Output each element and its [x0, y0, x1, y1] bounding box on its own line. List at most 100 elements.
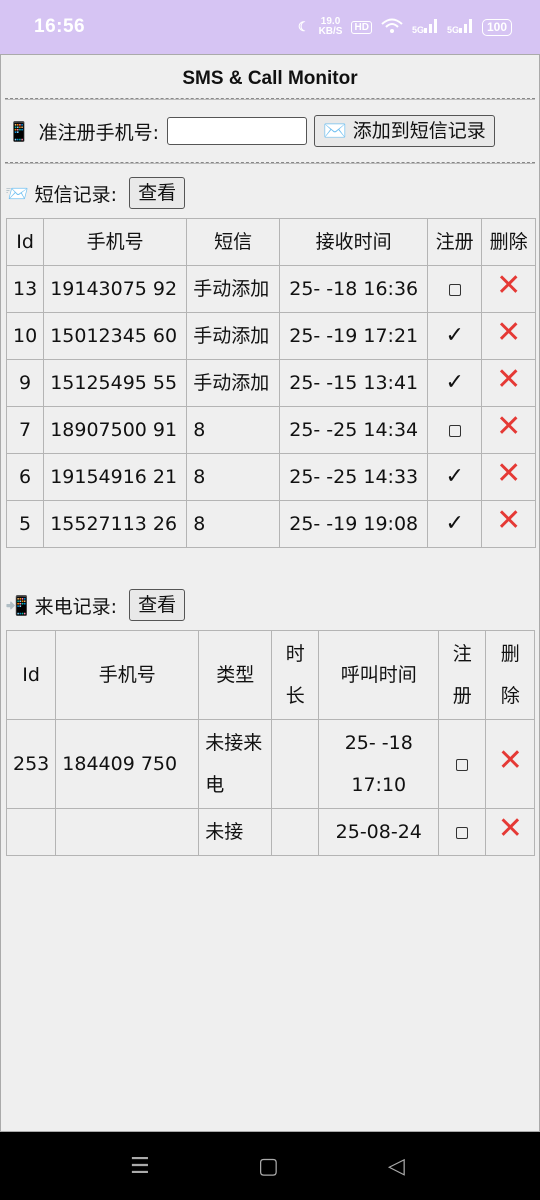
phone-cell: 184409 750: [55, 719, 200, 809]
cross-icon[interactable]: ✕: [498, 811, 523, 846]
cross-icon[interactable]: ✕: [496, 409, 521, 444]
registered-cell: ✓: [427, 312, 483, 360]
wifi-icon: [381, 18, 403, 37]
moon-icon: ☾: [297, 19, 310, 34]
mail-icon: ✉️: [323, 120, 347, 142]
add-to-sms-label: 添加到短信记录: [352, 120, 486, 142]
cross-icon[interactable]: ✕: [496, 503, 521, 538]
header-registered: 注册: [438, 630, 487, 720]
checkbox-icon[interactable]: [456, 758, 469, 771]
id-cell: 10: [5, 312, 45, 360]
id-cell: 9: [5, 359, 45, 407]
time-cell: 25- -19 19:08: [279, 500, 429, 548]
calls-section-header: 📲 来电记录: 查看: [1, 580, 539, 630]
delete-cell: ✕: [481, 406, 537, 454]
id-cell: 253: [5, 719, 57, 809]
time-cell: 25- -18 16:36: [279, 265, 429, 313]
duration-cell: [271, 808, 320, 856]
time-cell: 25-08-24: [318, 808, 440, 856]
home-icon[interactable]: ▢: [258, 1154, 279, 1179]
sms-header-row: Id 手机号 短信 接收时间 注册 删除: [5, 218, 537, 266]
header-registered: 注册: [427, 218, 483, 266]
id-cell: [5, 808, 57, 856]
cross-icon[interactable]: ✕: [496, 456, 521, 491]
cross-icon[interactable]: ✕: [496, 268, 521, 303]
header-id: Id: [5, 630, 57, 720]
add-to-sms-button[interactable]: ✉️ 添加到短信记录: [314, 115, 495, 147]
header-type: 类型: [198, 630, 273, 720]
id-cell: 7: [5, 406, 45, 454]
calls-view-button[interactable]: 查看: [129, 589, 186, 621]
cross-icon[interactable]: ✕: [498, 743, 523, 778]
phone-icon: 📱: [7, 120, 31, 143]
table-row: 未接 25-08-24 ✕: [5, 808, 536, 856]
phone-cell: 18907500 91: [43, 406, 188, 454]
call-icon: 📲: [5, 594, 29, 617]
delete-cell: ✕: [481, 500, 537, 548]
header-delete: 删除: [481, 218, 537, 266]
signal-icon: 5G: [412, 18, 438, 36]
sms-section-label: 短信记录:: [34, 183, 118, 206]
register-row: 📱 准注册手机号: ✉️ 添加到短信记录: [1, 100, 539, 162]
registered-cell: [427, 265, 483, 313]
time-cell: 25- -15 13:41: [279, 359, 429, 407]
phone-cell: 15125495 55: [43, 359, 188, 407]
header-duration: 时长: [271, 630, 320, 720]
registered-cell: [438, 808, 487, 856]
delete-cell: ✕: [485, 719, 536, 809]
header-call-time: 呼叫时间: [318, 630, 440, 720]
phone-cell: 19143075 92: [43, 265, 188, 313]
id-cell: 5: [5, 500, 45, 548]
time-cell: 25- -25 14:34: [279, 406, 429, 454]
checkmark-icon[interactable]: ✓: [445, 464, 463, 489]
header-delete: 删除: [485, 630, 536, 720]
time-cell: 25- -18 17:10: [318, 719, 440, 809]
registered-cell: ✓: [427, 500, 483, 548]
calls-section-label: 来电记录:: [34, 595, 118, 618]
message-cell: 手动添加: [186, 312, 281, 360]
time-cell: 25- -25 14:33: [279, 453, 429, 501]
time-cell: 25- -19 17:21: [279, 312, 429, 360]
checkbox-icon[interactable]: [448, 283, 461, 296]
status-icons: ☾ 19.0 KB/S HD 5G 5G 100: [298, 17, 512, 37]
phone-cell: 19154916 21: [43, 453, 188, 501]
message-cell: 8: [186, 500, 281, 548]
cross-icon[interactable]: ✕: [496, 315, 521, 350]
registered-cell: ✓: [427, 359, 483, 407]
registered-cell: ✓: [427, 453, 483, 501]
header-received-time: 接收时间: [279, 218, 429, 266]
delete-cell: ✕: [481, 453, 537, 501]
status-bar: 16:56 ☾ 19.0 KB/S HD 5G 5G 100: [0, 0, 540, 54]
checkmark-icon[interactable]: ✓: [445, 370, 463, 395]
type-cell: 未接: [198, 808, 273, 856]
checkmark-icon[interactable]: ✓: [445, 323, 463, 348]
sms-section-header: 📨 短信记录: 查看: [1, 168, 539, 218]
table-row: 7 18907500 91 8 25- -25 14:34 ✕: [5, 406, 537, 454]
id-cell: 6: [5, 453, 45, 501]
back-icon[interactable]: ◁: [388, 1154, 405, 1179]
message-cell: 8: [186, 453, 281, 501]
table-row: 13 19143075 92 手动添加 25- -18 16:36 ✕: [5, 265, 537, 313]
registered-cell: [427, 406, 483, 454]
message-cell: 手动添加: [186, 359, 281, 407]
checkbox-icon[interactable]: [456, 826, 469, 839]
divider: [5, 162, 535, 164]
calls-table-body: 253 184409 750 未接来电 25- -18 17:10 ✕ 未接 25-08-2…: [5, 719, 536, 856]
table-row: 253 184409 750 未接来电 25- -18 17:10 ✕: [5, 719, 536, 809]
duration-cell: [271, 719, 320, 809]
calls-header-row: Id 手机号 类型 时长 呼叫时间 注册 删除: [5, 630, 536, 720]
checkbox-icon[interactable]: [448, 424, 461, 437]
navigation-bar: ☰ ▢ ◁: [0, 1132, 540, 1200]
sms-table: Id 手机号 短信 接收时间 注册 删除 13 19143075 92 手动添加 25…: [5, 218, 537, 548]
table-row: 6 19154916 21 8 25- -25 14:33 ✓ ✕: [5, 453, 537, 501]
phone-input[interactable]: [167, 117, 308, 145]
header-phone: 手机号: [43, 218, 188, 266]
cross-icon[interactable]: ✕: [496, 362, 521, 397]
signal-icon: 5G: [447, 18, 473, 36]
page-title: SMS & Call Monitor: [182, 68, 358, 89]
sms-view-button[interactable]: 查看: [129, 177, 186, 209]
checkmark-icon[interactable]: ✓: [445, 511, 463, 536]
table-row: 5 15527113 26 8 25- -19 19:08 ✓ ✕: [5, 500, 537, 548]
menu-icon[interactable]: ☰: [130, 1154, 150, 1179]
delete-cell: ✕: [481, 359, 537, 407]
